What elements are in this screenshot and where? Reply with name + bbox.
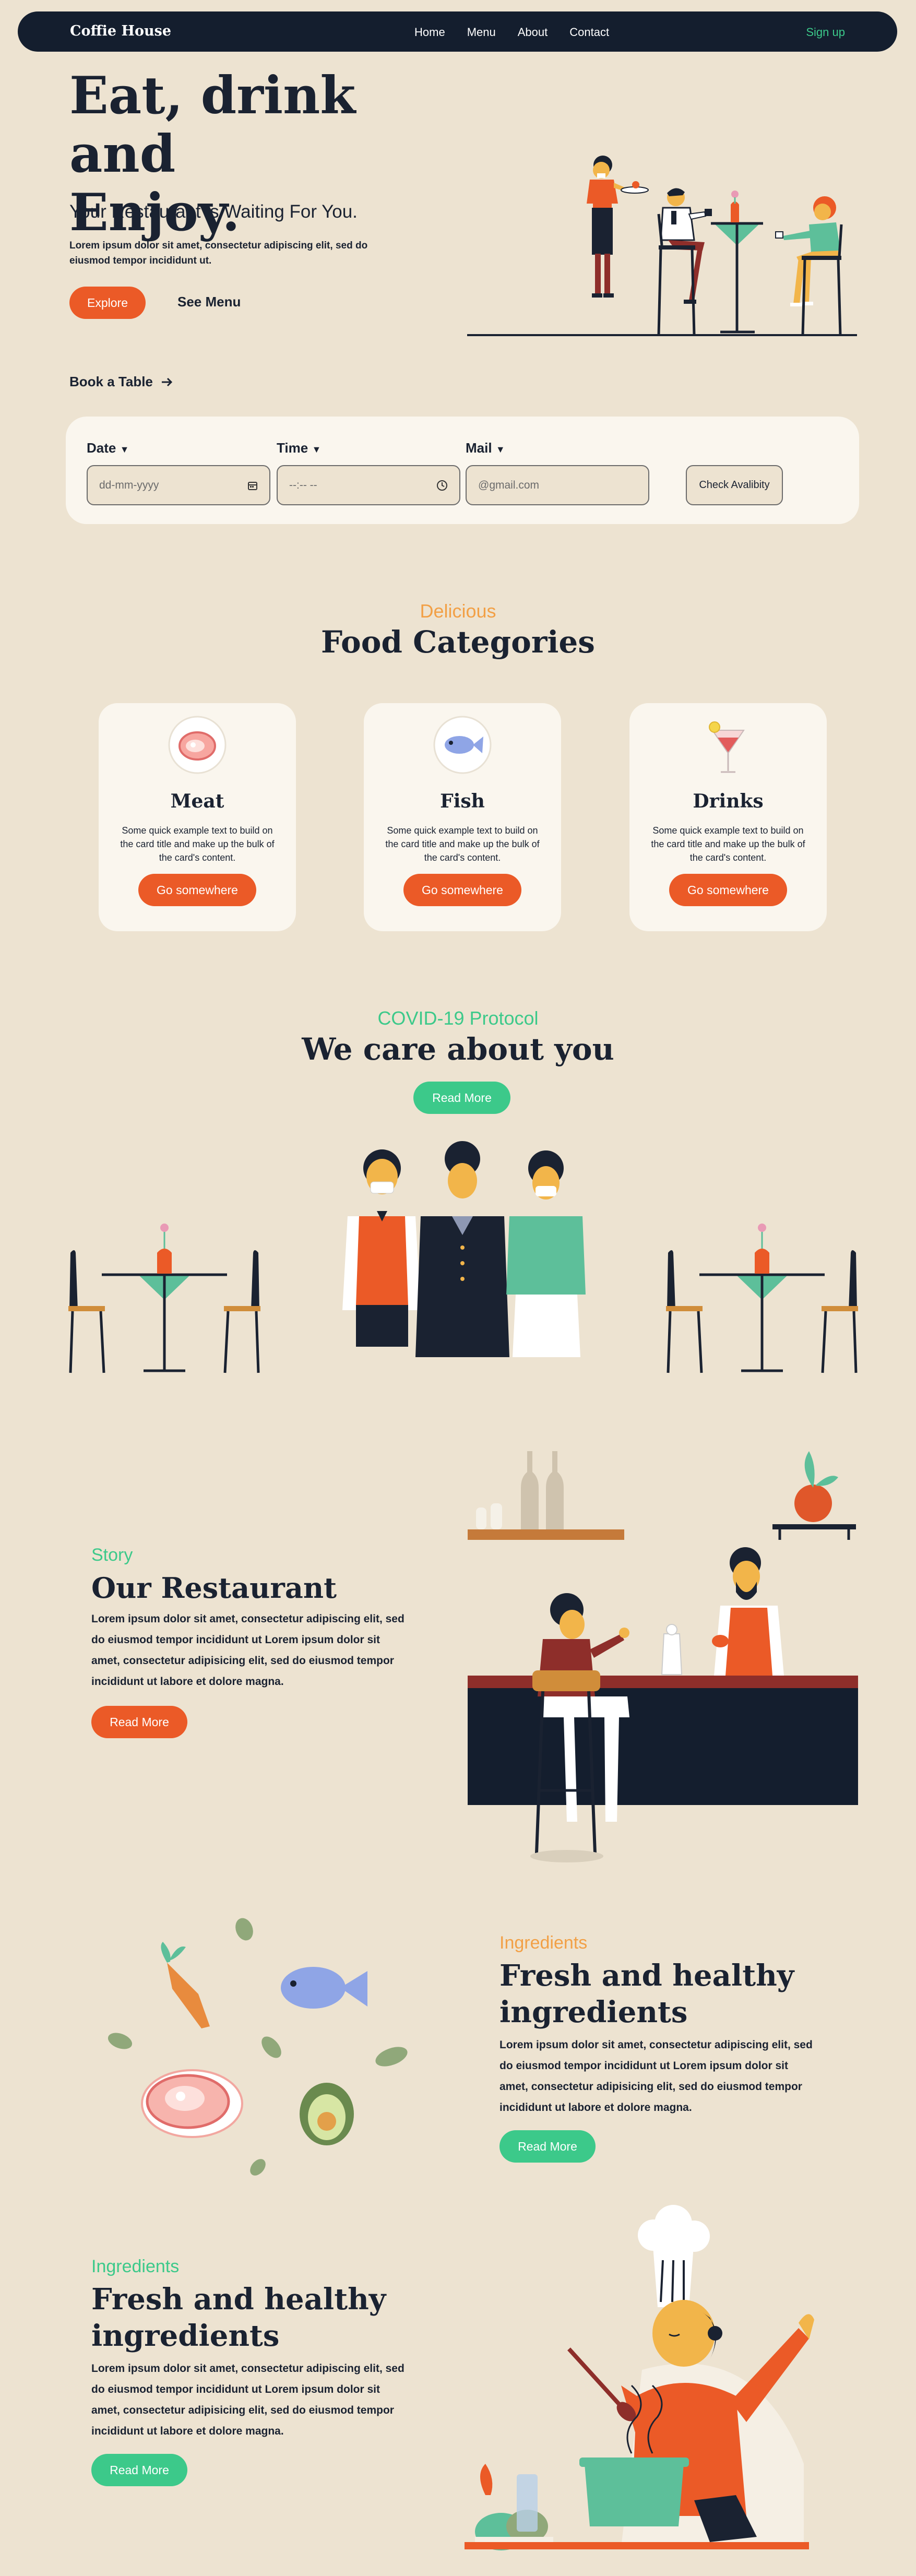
see-menu-link[interactable]: See Menu [177, 294, 241, 310]
nav-link-about[interactable]: About [518, 26, 548, 39]
covid-kicker: COVID-19 Protocol [377, 1007, 539, 1029]
category-card-drinks: Drinks Some quick example text to build … [629, 703, 827, 931]
explore-button[interactable]: Explore [69, 287, 146, 319]
story-kicker: Story [91, 1545, 133, 1565]
category-card-meat: Meat Some quick example text to build on… [99, 703, 296, 931]
ingredients2-title-line2: ingredients [91, 2319, 280, 2353]
calendar-icon[interactable] [247, 480, 258, 491]
book-table-heading[interactable]: Book a Table [69, 374, 173, 390]
go-somewhere-button-meat[interactable]: Go somewhere [138, 874, 256, 906]
mail-label[interactable]: Mail ▼ [466, 440, 505, 456]
ingredients1-title: Fresh and healthy ingredients [499, 1957, 794, 2031]
nav-link-menu[interactable]: Menu [467, 26, 496, 39]
meat-icon [168, 716, 227, 774]
navbar: Coffie House Home Menu About Contact Sig… [18, 11, 897, 52]
covid-read-more-button[interactable]: Read More [413, 1082, 510, 1114]
ingredients2-title-line1: Fresh and healthy [91, 2282, 386, 2317]
signup-link[interactable]: Sign up [806, 26, 845, 39]
ingredients2-read-more-button[interactable]: Read More [91, 2454, 187, 2486]
chevron-down-icon: ▼ [495, 444, 505, 455]
ingredients1-title-line1: Fresh and healthy [499, 1958, 794, 1993]
cocktail-icon [709, 721, 745, 773]
bar-counter-illustration [468, 1451, 858, 1862]
nav-links: Home Menu About Contact [414, 26, 609, 39]
ingredients2-kicker: Ingredients [91, 2257, 180, 2276]
ingredients1-kicker: Ingredients [499, 1933, 588, 1953]
check-availability-button[interactable]: Check Avalibity [686, 465, 783, 505]
ingredients1-title-line2: ingredients [499, 1995, 688, 2029]
ingredients2-title: Fresh and healthy ingredients [91, 2281, 386, 2354]
card-title-meat: Meat [170, 790, 224, 812]
categories-kicker: Delicious [420, 600, 496, 622]
story-title: Our Restaurant [91, 1571, 337, 1605]
ingredients1-text: Lorem ipsum dolor sit amet, consectetur … [499, 2039, 813, 2114]
ingredients-illustration [108, 1918, 408, 2176]
nav-link-home[interactable]: Home [414, 26, 445, 39]
time-label[interactable]: Time ▼ [277, 440, 321, 456]
ingredients1-read-more-button[interactable]: Read More [499, 2130, 596, 2163]
book-table-label: Book a Table [69, 374, 153, 389]
brand-logo[interactable]: Coffie House [70, 23, 171, 39]
story-read-more-button[interactable]: Read More [91, 1706, 187, 1738]
card-text-fish: Some quick example text to build on the … [385, 825, 540, 863]
fish-icon [433, 716, 492, 774]
booking-form: Date ▼ dd-mm-yyyy Time ▼ --:-- -- Mail ▼… [66, 417, 859, 524]
table-chairs-left-illustration [68, 1224, 260, 1373]
hero-title-line1: Eat, drink and [69, 66, 356, 184]
table-chairs-right-illustration [666, 1224, 858, 1373]
hero-description: Lorem ipsum dolor sit amet, consectetur … [69, 240, 368, 266]
hero-subtitle: Your Restaurant is Waiting For You. [69, 201, 358, 222]
card-text-meat: Some quick example text to build on the … [120, 825, 275, 863]
ingredients2-text: Lorem ipsum dolor sit amet, consectetur … [91, 2363, 405, 2437]
go-somewhere-button-fish[interactable]: Go somewhere [403, 874, 521, 906]
chevron-down-icon: ▼ [120, 444, 129, 455]
chef-cooking-illustration [465, 2205, 814, 2550]
staff-illustration [342, 1141, 586, 1357]
mail-input[interactable]: @gmail.com [466, 465, 649, 505]
chevron-down-icon: ▼ [312, 444, 322, 455]
go-somewhere-button-drinks[interactable]: Go somewhere [669, 874, 787, 906]
card-title-fish: Fish [440, 790, 485, 812]
clock-icon[interactable] [436, 480, 448, 491]
nav-link-contact[interactable]: Contact [569, 26, 609, 39]
date-label[interactable]: Date ▼ [87, 440, 129, 456]
categories-title: Food Categories [321, 624, 595, 660]
category-card-fish: Fish Some quick example text to build on… [364, 703, 561, 931]
time-input[interactable]: --:-- -- [277, 465, 460, 505]
story-text: Lorem ipsum dolor sit amet, consectetur … [91, 1613, 405, 1688]
covid-title: We care about you [302, 1031, 614, 1067]
date-input[interactable]: dd-mm-yyyy [87, 465, 270, 505]
card-title-drinks: Drinks [693, 790, 764, 812]
card-text-drinks: Some quick example text to build on the … [651, 825, 805, 863]
arrow-right-icon [161, 377, 173, 386]
restaurant-scene-illustration [467, 156, 857, 336]
